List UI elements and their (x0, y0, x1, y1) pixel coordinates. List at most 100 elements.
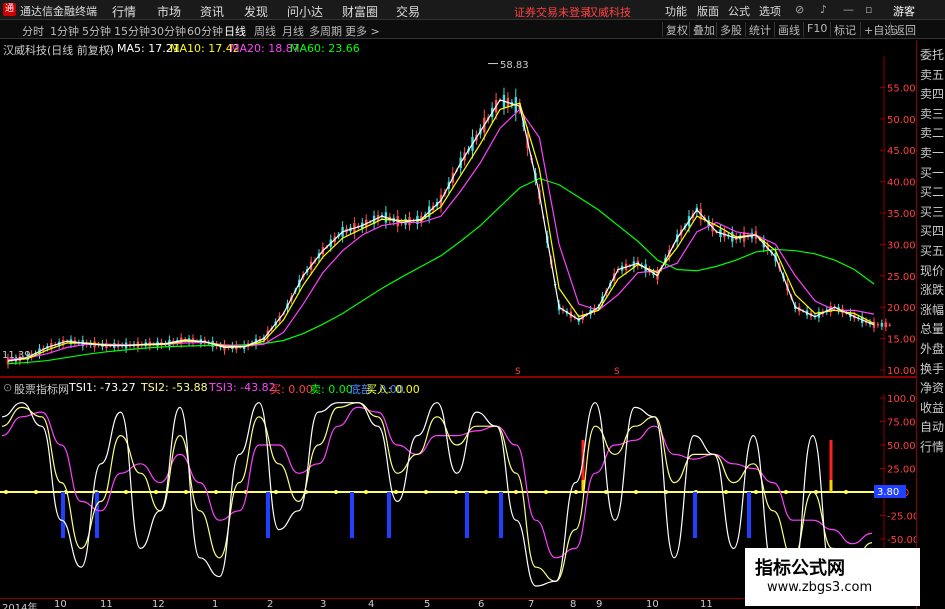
adjust-button[interactable]: 复权 (662, 22, 691, 37)
settings-icon[interactable]: ⊙ (104, 42, 113, 55)
x-tick: 12 (152, 599, 165, 609)
sidebar-item-14[interactable]: 总量 (920, 320, 944, 337)
zero-dot (274, 490, 278, 494)
sidebar-item-16[interactable]: 换手 (920, 360, 944, 377)
sidebar-item-12[interactable]: 涨跌 (920, 281, 944, 298)
zero-dot (634, 490, 638, 494)
zero-dot (214, 490, 218, 494)
sidebar-item-19[interactable]: 自动 (920, 418, 944, 435)
zero-dot (484, 490, 488, 494)
bottom-bar (266, 492, 270, 538)
low-annotation: 11.39 (2, 350, 31, 361)
bottom-bar (95, 492, 99, 538)
price-tick-label: 35.00 (887, 209, 916, 220)
tsi-line-tsi3 (1, 406, 873, 559)
period-more[interactable]: 更多 > (345, 23, 380, 39)
menu-formula[interactable]: 公式 (728, 3, 750, 19)
x-tick: 9 (596, 599, 603, 609)
period-monthly[interactable]: 月线 (282, 23, 304, 39)
back-button[interactable]: 返回 (890, 22, 919, 37)
period-5min[interactable]: 5分钟 (82, 23, 111, 39)
ind-tick-label: 75.00 (887, 418, 916, 429)
watermark-url: www.zbgs3.com (767, 580, 873, 595)
sidebar-item-2[interactable]: 卖四 (920, 85, 944, 102)
sidebar-item-9[interactable]: 买四 (920, 222, 944, 239)
menu-options[interactable]: 选项 (759, 3, 781, 19)
price-tick-label: 15.00 (887, 335, 916, 346)
menu-news[interactable]: 资讯 (200, 3, 224, 20)
bell-icon[interactable]: ♪ (820, 3, 827, 16)
f10-button[interactable]: F10 (803, 22, 830, 37)
menu-wealth-circle[interactable]: 财富圈 (342, 3, 378, 20)
sidebar-item-18[interactable]: 收益 (920, 399, 944, 416)
menu-discover[interactable]: 发现 (244, 3, 268, 20)
period-daily[interactable]: 日线 (224, 23, 246, 39)
zero-dot (184, 490, 188, 494)
price-chart[interactable]: 55.00 50.00 45.00 40.00 35.00 30.00 25.00 20.00… (0, 56, 916, 376)
ind-tick-label: 25.00 (887, 465, 916, 476)
stats-button[interactable]: 统计 (745, 22, 774, 37)
sidebar-item-4[interactable]: 卖二 (920, 124, 944, 141)
x-tick: 11 (100, 599, 113, 609)
guest-label[interactable]: 游客 (893, 3, 915, 19)
zero-dot (784, 490, 788, 494)
tsi-lines (1, 402, 873, 587)
login-warning[interactable]: 证券交易未登录 (514, 4, 591, 20)
ind-tick-label: -25.00 (887, 512, 916, 523)
sidebar-item-10[interactable]: 买五 (920, 242, 944, 259)
candle-body (876, 324, 880, 326)
sidebar-item-8[interactable]: 买三 (920, 203, 944, 220)
x-tick: 5 (424, 599, 431, 609)
ind-tick-label: 100.00 (887, 394, 916, 405)
main-chart-legend: 汉威科技(日线 前复权) ⊙ MA5: 17.21 MA10: 17.42 MA… (0, 40, 916, 57)
mark-button[interactable]: 标记 (830, 22, 859, 37)
x-tick: 4 (368, 599, 375, 609)
sidebar-item-1[interactable]: 卖五 (920, 66, 944, 83)
zero-dot (754, 490, 758, 494)
menu-market[interactable]: 市场 (157, 3, 181, 20)
x-tick: 8 (570, 599, 577, 609)
period-30min[interactable]: 30分钟 (150, 23, 186, 39)
price-axis: 55.00 50.00 45.00 40.00 35.00 30.00 25.00 20.00… (887, 83, 916, 376)
minimize-icon[interactable]: — (843, 3, 854, 16)
menu-quotes[interactable]: 行情 (112, 3, 136, 20)
sidebar-item-20[interactable]: 行情 (920, 438, 944, 455)
sidebar-item-17[interactable]: 净资 (920, 379, 944, 396)
sidebar-item-7[interactable]: 买二 (920, 183, 944, 200)
x-tick: 10 (646, 599, 659, 609)
x-tick: 1 (212, 599, 219, 609)
period-multi[interactable]: 多周期 (309, 23, 342, 39)
zero-dot (394, 490, 398, 494)
high-annotation: 58.83 (500, 60, 529, 71)
sidebar-item-0[interactable]: 委托 (920, 46, 944, 63)
sidebar-item-6[interactable]: 买一 (920, 164, 944, 181)
bottom-bar (350, 492, 354, 538)
sidebar-item-13[interactable]: 涨幅 (920, 301, 944, 318)
period-timeshare[interactable]: 分时 (22, 23, 44, 39)
pin-icon[interactable]: ⊘ (795, 3, 804, 16)
price-tick-label: 55.00 (887, 83, 916, 94)
menu-trade[interactable]: 交易 (396, 3, 420, 20)
period-1min[interactable]: 1分钟 (50, 23, 79, 39)
draw-button[interactable]: 画线 (774, 22, 803, 37)
sidebar-item-15[interactable]: 外盘 (920, 340, 944, 357)
indicator-settings-icon[interactable]: ⊙ (3, 381, 12, 394)
price-tick-label: 40.00 (887, 178, 916, 189)
restore-icon[interactable]: ▫ (865, 3, 872, 16)
zero-dot (124, 490, 128, 494)
menu-ask[interactable]: 问小达 (287, 3, 323, 20)
period-weekly[interactable]: 周线 (254, 23, 276, 39)
period-15min[interactable]: 15分钟 (114, 23, 150, 39)
menu-layout[interactable]: 版面 (697, 3, 719, 19)
sidebar-item-3[interactable]: 卖三 (920, 105, 944, 122)
period-60min[interactable]: 60分钟 (187, 23, 223, 39)
overlay-button[interactable]: 叠加 (689, 22, 718, 37)
sidebar-item-11[interactable]: 现价 (920, 262, 944, 279)
menu-function[interactable]: 功能 (665, 3, 687, 19)
ind-tick-label: -50.00 (887, 535, 916, 546)
app-name: 通达信金融终端 (20, 5, 97, 18)
sidebar-item-5[interactable]: 卖一 (920, 144, 944, 161)
bottom-bar (465, 492, 469, 538)
multi-stock-button[interactable]: 多股 (716, 22, 745, 37)
price-tick-label: 50.00 (887, 115, 916, 126)
